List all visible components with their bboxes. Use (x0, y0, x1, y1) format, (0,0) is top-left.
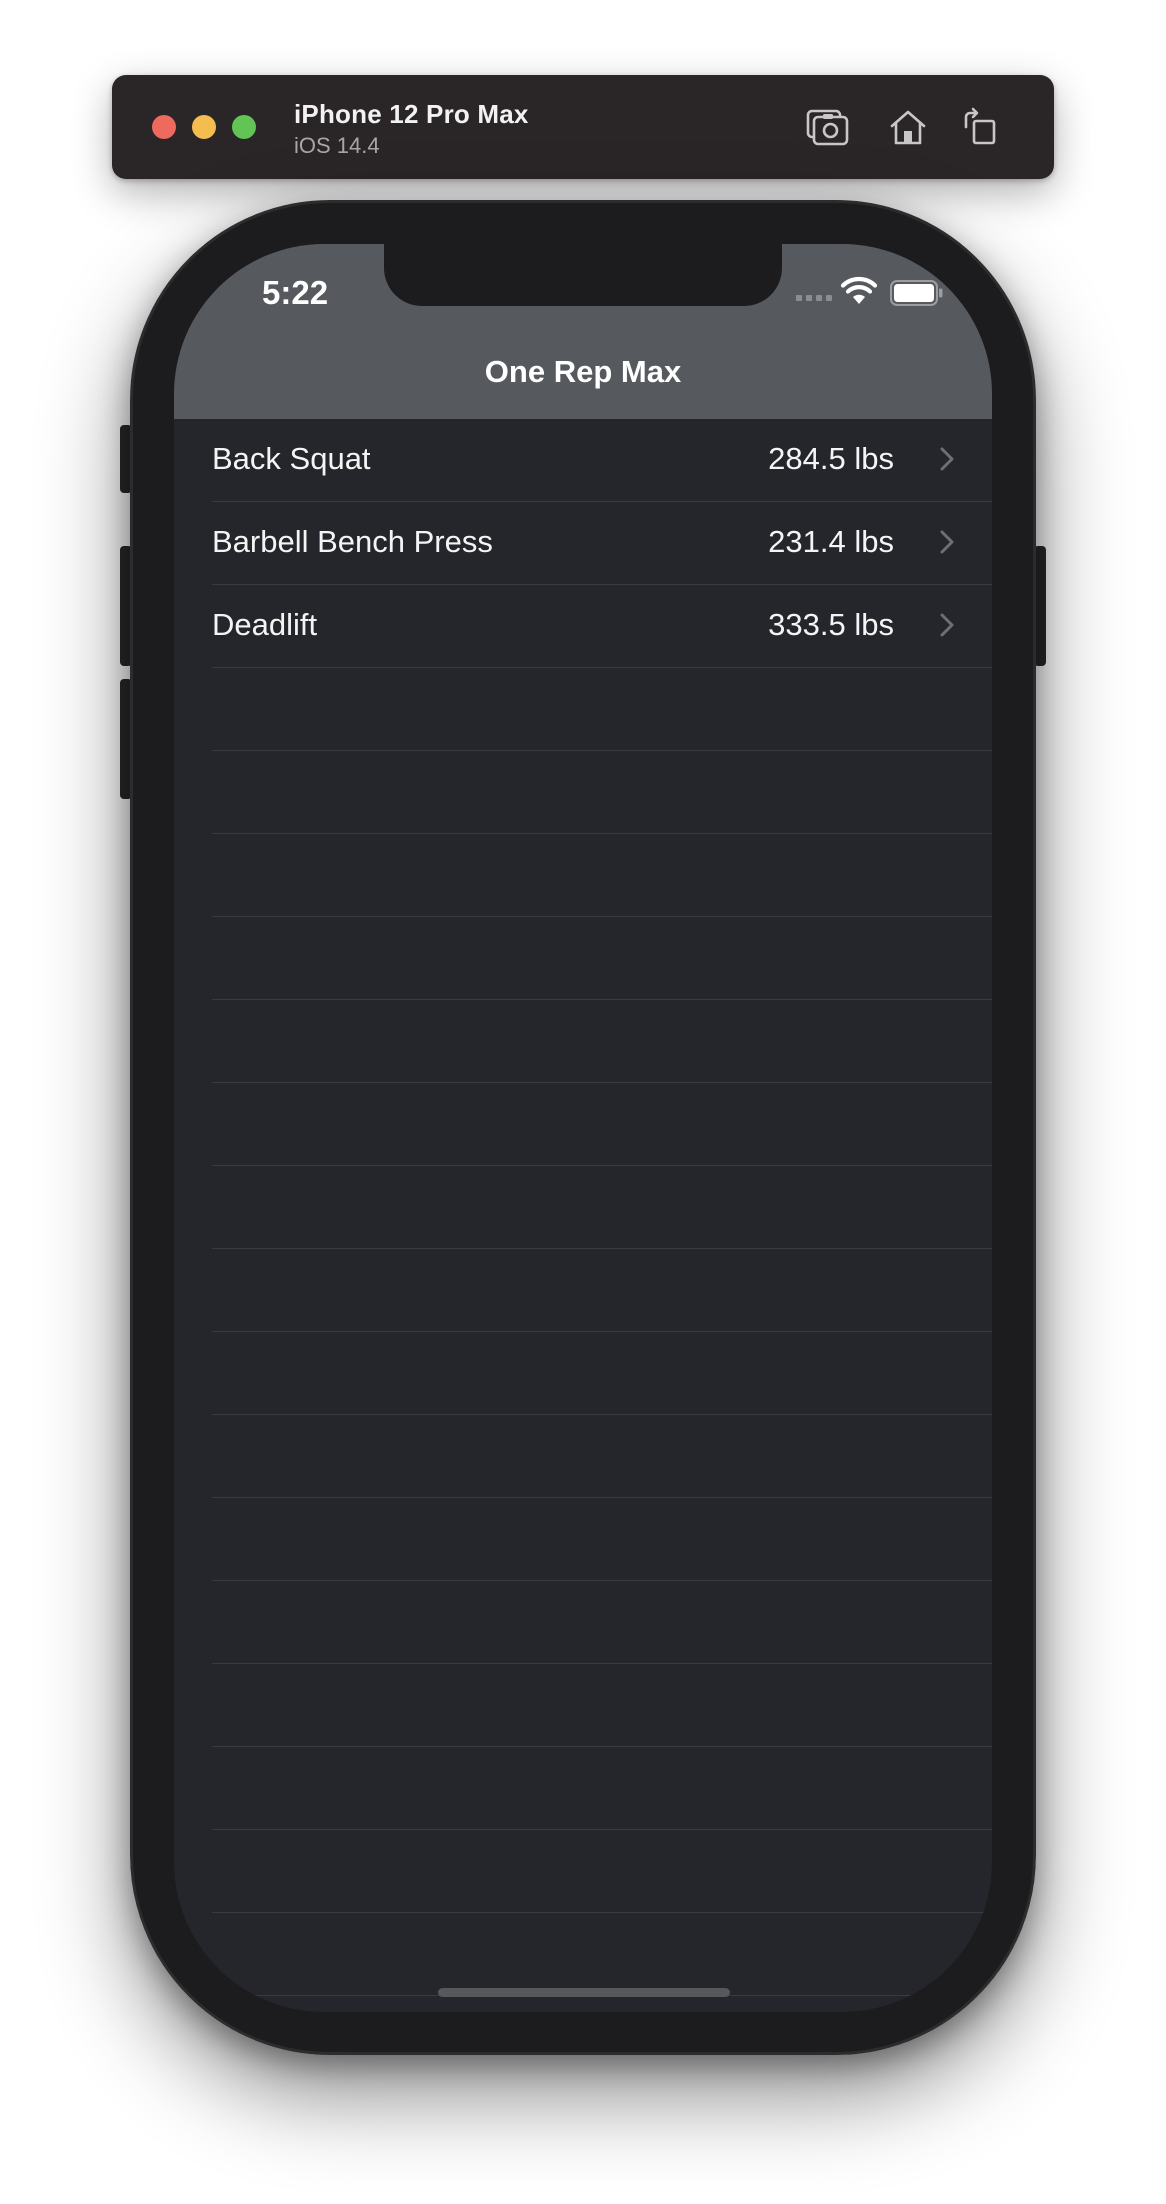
exercise-list: Back Squat 284.5 lbs Barbell Bench Press… (174, 419, 992, 1996)
empty-list-row (212, 1249, 992, 1332)
list-item[interactable]: Back Squat 284.5 lbs (212, 419, 992, 502)
empty-list-row (212, 668, 992, 751)
exercise-name: Deadlift (212, 607, 318, 642)
empty-list-row (212, 1830, 992, 1913)
empty-list-row (212, 1498, 992, 1581)
cellular-signal-icon (796, 295, 832, 301)
list-item[interactable]: Barbell Bench Press 231.4 lbs (212, 502, 992, 585)
one-rep-max-value: 231.4 lbs (768, 524, 894, 559)
one-rep-max-value: 284.5 lbs (768, 441, 894, 476)
list-item[interactable]: Deadlift 333.5 lbs (212, 585, 992, 668)
rotate-button[interactable] (958, 105, 1002, 149)
close-window-button[interactable] (152, 115, 176, 139)
chevron-right-icon (940, 613, 954, 637)
battery-icon (890, 280, 943, 306)
exercise-name: Barbell Bench Press (212, 524, 493, 559)
screenshot-icon (806, 109, 849, 146)
empty-list-row (212, 1166, 992, 1249)
home-indicator (438, 1988, 730, 1997)
page-title: One Rep Max (484, 354, 682, 389)
chevron-right-icon (940, 530, 954, 554)
status-time: 5:22 (262, 274, 329, 311)
empty-list-row (212, 1000, 992, 1083)
home-icon (890, 110, 926, 145)
minimize-window-button[interactable] (192, 115, 216, 139)
exercise-name: Back Squat (212, 441, 371, 476)
zoom-window-button[interactable] (232, 115, 256, 139)
wifi-icon (840, 277, 878, 304)
empty-list-row (212, 1664, 992, 1747)
empty-list-row (212, 1581, 992, 1664)
simulator-title-bar: iPhone 12 Pro Max iOS 14.4 (112, 75, 1054, 179)
notch (384, 244, 782, 306)
home-button[interactable] (886, 105, 930, 149)
os-version: iOS 14.4 (294, 133, 380, 158)
empty-list-row (212, 1415, 992, 1498)
screenshot-button[interactable] (806, 105, 850, 149)
one-rep-max-value: 333.5 lbs (768, 607, 894, 642)
empty-list-row (212, 1083, 992, 1166)
empty-list-row (212, 1913, 992, 1996)
chevron-right-icon (940, 447, 954, 471)
empty-list-row (212, 751, 992, 834)
rotate-icon (964, 107, 996, 145)
navigation-bar: 5:22 One Rep Max (174, 244, 992, 419)
empty-list-row (212, 1332, 992, 1415)
empty-list-row (212, 1747, 992, 1830)
device-screen: 5:22 One Rep Max Back Squat 284.5 lbs Ba… (174, 244, 992, 2012)
simulator-window: iPhone 12 Pro Max iOS 14.4 5:22 One Rep … (0, 0, 1166, 2204)
empty-list-row (212, 834, 992, 917)
device-name: iPhone 12 Pro Max (294, 99, 529, 129)
empty-list-row (212, 917, 992, 1000)
